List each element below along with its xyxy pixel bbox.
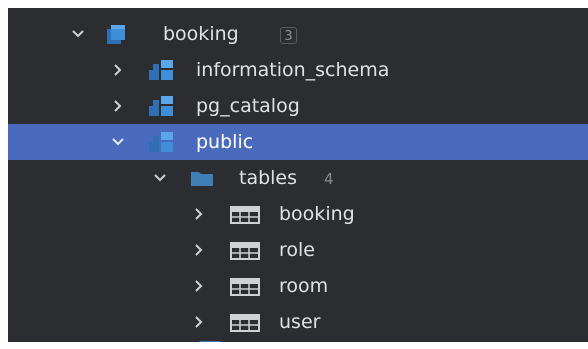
chevron-right-icon[interactable] <box>191 242 207 258</box>
table-icon <box>230 242 260 260</box>
table-label: booking <box>279 203 355 225</box>
chevron-down-icon[interactable] <box>70 26 86 42</box>
tree-node-table-user[interactable]: user <box>8 304 588 340</box>
chevron-right-icon[interactable] <box>191 278 207 294</box>
tree-node-table-room[interactable]: room <box>8 268 588 304</box>
table-icon <box>230 314 260 332</box>
schema-count-badge: 3 <box>280 27 297 44</box>
chevron-right-icon[interactable] <box>110 62 126 78</box>
chevron-right-icon[interactable] <box>110 98 126 114</box>
folder-label: tables <box>239 167 298 189</box>
database-icon <box>105 23 129 45</box>
table-label: user <box>279 311 321 333</box>
schema-label: pg_catalog <box>196 95 300 117</box>
table-label: role <box>279 239 315 261</box>
chevron-right-icon[interactable] <box>191 314 207 330</box>
tree-node-schema-pg-catalog[interactable]: pg_catalog <box>8 88 588 124</box>
table-label: room <box>279 275 329 297</box>
schema-label: public <box>196 131 254 153</box>
tree-node-schema-information-schema[interactable]: information_schema <box>8 52 588 88</box>
tree-node-tables-folder[interactable]: tables 4 <box>8 160 588 196</box>
tree-node-table-role[interactable]: role <box>8 232 588 268</box>
schema-icon <box>149 96 175 116</box>
tree-node-schema-public[interactable]: public <box>8 124 588 160</box>
database-tree: booking 3 information_schema pg_catalog … <box>8 8 588 342</box>
tree-node-table-booking[interactable]: booking <box>8 196 588 232</box>
database-label: booking <box>163 23 239 45</box>
table-icon <box>230 278 260 296</box>
chevron-right-icon[interactable] <box>191 206 207 222</box>
schema-icon <box>149 132 175 152</box>
table-icon <box>230 206 260 224</box>
tree-node-database-booking[interactable]: booking 3 <box>8 16 588 52</box>
schema-icon <box>149 60 175 80</box>
chevron-down-icon[interactable] <box>110 134 126 150</box>
table-count: 4 <box>324 170 334 188</box>
schema-label: information_schema <box>196 59 390 81</box>
folder-icon <box>199 341 221 342</box>
chevron-right-icon[interactable] <box>160 340 170 342</box>
chevron-down-icon[interactable] <box>152 170 168 186</box>
folder-icon <box>191 170 215 188</box>
